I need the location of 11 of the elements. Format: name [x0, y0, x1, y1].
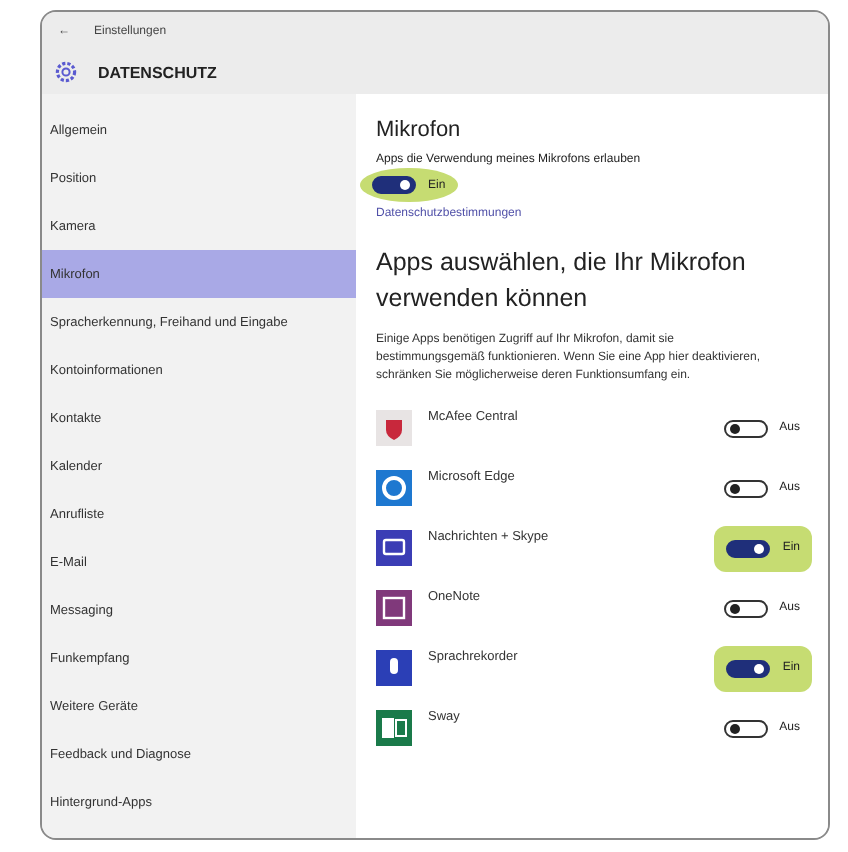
- toggle-switch[interactable]: [723, 419, 768, 438]
- toggle-switch[interactable]: [372, 176, 416, 194]
- toggle-switch[interactable]: [726, 539, 771, 558]
- settings-icon: [54, 60, 78, 84]
- page-title: DATENSCHUTZ: [98, 63, 217, 81]
- toggle-switch[interactable]: [723, 599, 768, 618]
- toggle-switch[interactable]: [723, 719, 768, 738]
- toggle-switch[interactable]: [723, 479, 768, 498]
- section-heading: Apps auswählen, die Ihr Mikrofon verwenden können: [376, 246, 748, 317]
- section-title: Mikrofon: [376, 118, 463, 142]
- toggle-switch[interactable]: [726, 659, 771, 678]
